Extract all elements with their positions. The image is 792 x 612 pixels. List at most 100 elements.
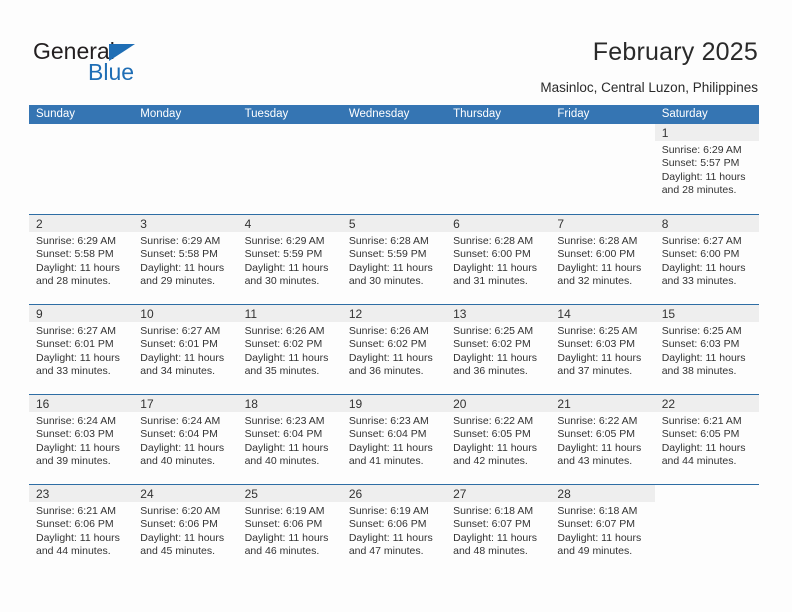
calendar-day-cell[interactable]: 14 Sunrise: 6:25 AM Sunset: 6:03 PM Dayligh…: [550, 305, 655, 394]
day-number: 14: [557, 307, 571, 321]
calendar-empty-cell: [654, 485, 759, 574]
page-title: February 2025: [592, 38, 758, 66]
calendar-day-cell[interactable]: 17 Sunrise: 6:24 AM Sunset: 6:04 PM Dayligh…: [133, 395, 238, 484]
day-details: Sunrise: 6:26 AM Sunset: 6:02 PM Daylight:…: [342, 322, 446, 378]
day-detail-line: and 44 minutes.: [661, 454, 737, 467]
calendar-day-cell[interactable]: 20 Sunrise: 6:22 AM Sunset: 6:05 PM Dayligh…: [446, 395, 551, 484]
day-detail-line: Sunset: 6:07 PM: [453, 518, 531, 531]
day-number-band: [446, 124, 550, 141]
calendar-day-cell[interactable]: 4 Sunrise: 6:29 AM Sunset: 5:59 PM Daylight…: [237, 215, 342, 304]
day-detail-line: Sunset: 5:57 PM: [661, 157, 740, 170]
day-detail-line: Sunset: 6:01 PM: [36, 338, 114, 351]
day-detail-line: Daylight: 11 hours: [140, 351, 225, 364]
calendar-day-cell[interactable]: 7 Sunrise: 6:28 AM Sunset: 6:00 PM Daylight…: [550, 215, 655, 304]
calendar-day-cell[interactable]: 2 Sunrise: 6:29 AM Sunset: 5:58 PM Daylight…: [29, 215, 134, 304]
day-detail-line: Sunset: 6:02 PM: [453, 338, 531, 351]
calendar-day-cell[interactable]: 28 Sunrise: 6:18 AM Sunset: 6:07 PM Dayligh…: [550, 485, 655, 574]
day-detail-line: Sunrise: 6:19 AM: [244, 505, 325, 517]
calendar-day-cell[interactable]: 21 Sunrise: 6:22 AM Sunset: 6:05 PM Dayligh…: [550, 395, 655, 484]
day-number: 11: [244, 307, 258, 321]
day-number: 19: [348, 397, 363, 411]
day-details: Sunrise: 6:25 AM Sunset: 6:02 PM Daylight:…: [446, 322, 550, 378]
day-detail-line: Sunset: 5:59 PM: [348, 248, 427, 261]
day-details: Sunrise: 6:24 AM Sunset: 6:03 PM Daylight:…: [29, 412, 133, 468]
logo-text-blue: Blue: [88, 59, 135, 85]
calendar-day-cell[interactable]: 6 Sunrise: 6:28 AM Sunset: 6:00 PM Daylight…: [446, 215, 551, 304]
day-of-week-header-row: Sunday Monday Tuesday Wednesday Thursday Frid…: [29, 105, 759, 124]
day-number-band: [341, 215, 447, 232]
day-details: Sunrise: 6:25 AM Sunset: 6:03 PM Daylight:…: [655, 322, 759, 378]
day-detail-line: Daylight: 11 hours: [453, 441, 537, 454]
calendar-day-cell[interactable]: 23 Sunrise: 6:21 AM Sunset: 6:06 PM Dayligh…: [29, 485, 134, 574]
day-number: 21: [557, 397, 571, 411]
day-detail-line: Sunrise: 6:27 AM: [140, 325, 221, 337]
day-number: 16: [36, 397, 50, 411]
day-detail-line: and 43 minutes.: [557, 454, 633, 467]
day-number-band: [654, 215, 759, 232]
day-details: Sunrise: 6:29 AM Sunset: 5:59 PM Daylight:…: [238, 232, 342, 288]
calendar-day-cell[interactable]: 1 Sunrise: 6:29 AM Sunset: 5:57 PM Daylight…: [654, 124, 759, 214]
day-detail-line: and 48 minutes.: [453, 544, 528, 557]
day-detail-line: Sunset: 6:07 PM: [557, 518, 636, 531]
day-details: Sunrise: 6:27 AM Sunset: 6:01 PM Daylight:…: [29, 322, 133, 378]
calendar-day-cell[interactable]: 16 Sunrise: 6:24 AM Sunset: 6:03 PM Dayligh…: [29, 395, 134, 484]
day-detail-line: Sunrise: 6:18 AM: [453, 505, 534, 517]
day-detail-line: and 31 minutes.: [453, 274, 528, 287]
calendar-day-cell[interactable]: 8 Sunrise: 6:27 AM Sunset: 6:00 PM Daylight…: [654, 215, 759, 304]
calendar-day-cell[interactable]: 10 Sunrise: 6:27 AM Sunset: 6:01 PM Dayligh…: [133, 305, 238, 394]
day-of-week-header: Friday: [557, 108, 590, 120]
calendar-day-cell[interactable]: 5 Sunrise: 6:28 AM Sunset: 5:59 PM Daylight…: [341, 215, 447, 304]
day-detail-line: Sunset: 6:03 PM: [661, 338, 740, 351]
day-detail-line: Sunrise: 6:29 AM: [661, 144, 742, 156]
day-number: 4: [244, 217, 252, 231]
day-number-band: [654, 124, 759, 141]
calendar-week-row: 23 Sunrise: 6:21 AM Sunset: 6:06 PM Dayligh…: [29, 484, 759, 574]
page-header: General Blue February 2025 Masinloc, Cen…: [0, 0, 792, 100]
day-detail-line: Daylight: 11 hours: [244, 531, 329, 544]
calendar-day-cell[interactable]: 9 Sunrise: 6:27 AM Sunset: 6:01 PM Daylight…: [29, 305, 134, 394]
calendar-day-cell[interactable]: 26 Sunrise: 6:19 AM Sunset: 6:06 PM Dayligh…: [341, 485, 447, 574]
calendar-day-cell[interactable]: 18 Sunrise: 6:23 AM Sunset: 6:04 PM Dayligh…: [237, 395, 342, 484]
day-detail-line: and 42 minutes.: [453, 454, 528, 467]
day-number: 20: [453, 397, 467, 411]
calendar-empty-cell: [237, 124, 342, 214]
day-detail-line: and 45 minutes.: [140, 544, 215, 557]
day-detail-line: Sunset: 6:01 PM: [140, 338, 218, 351]
day-number: 13: [453, 307, 467, 321]
calendar-day-cell[interactable]: 24 Sunrise: 6:20 AM Sunset: 6:06 PM Dayligh…: [133, 485, 238, 574]
day-detail-line: Daylight: 11 hours: [140, 441, 225, 454]
day-detail-line: Sunset: 6:06 PM: [244, 518, 323, 531]
day-number: 26: [348, 487, 363, 501]
calendar-day-cell[interactable]: 11 Sunrise: 6:26 AM Sunset: 6:02 PM Dayligh…: [237, 305, 342, 394]
day-number: 8: [661, 217, 669, 231]
day-detail-line: and 44 minutes.: [36, 544, 111, 557]
calendar-weeks: 1 Sunrise: 6:29 AM Sunset: 5:57 PM Daylight…: [29, 124, 759, 574]
day-of-week-header: Thursday: [453, 108, 502, 120]
calendar-day-cell[interactable]: 22 Sunrise: 6:21 AM Sunset: 6:05 PM Dayligh…: [654, 395, 759, 484]
calendar-day-cell[interactable]: 19 Sunrise: 6:23 AM Sunset: 6:04 PM Dayligh…: [341, 395, 447, 484]
day-of-week-header: Wednesday: [348, 108, 410, 120]
calendar-week-row: 1 Sunrise: 6:29 AM Sunset: 5:57 PM Daylight…: [29, 124, 759, 214]
day-detail-line: and 39 minutes.: [36, 454, 111, 467]
day-number: 15: [661, 307, 676, 321]
day-detail-line: Sunrise: 6:28 AM: [453, 235, 534, 247]
calendar-day-cell[interactable]: 15 Sunrise: 6:25 AM Sunset: 6:03 PM Dayligh…: [654, 305, 759, 394]
day-details: Sunrise: 6:19 AM Sunset: 6:06 PM Daylight:…: [342, 502, 446, 558]
day-detail-line: Sunrise: 6:26 AM: [348, 325, 429, 337]
calendar-empty-cell: [29, 124, 134, 214]
day-number: 2: [36, 217, 43, 231]
calendar-day-cell[interactable]: 27 Sunrise: 6:18 AM Sunset: 6:07 PM Dayligh…: [446, 485, 551, 574]
day-details: Sunrise: 6:26 AM Sunset: 6:02 PM Daylight:…: [238, 322, 342, 378]
day-detail-line: Sunrise: 6:21 AM: [36, 505, 116, 517]
calendar-day-cell[interactable]: 12 Sunrise: 6:26 AM Sunset: 6:02 PM Dayligh…: [341, 305, 447, 394]
day-detail-line: Sunset: 6:05 PM: [453, 428, 531, 441]
calendar-day-cell[interactable]: 3 Sunrise: 6:29 AM Sunset: 5:58 PM Daylight…: [133, 215, 238, 304]
day-detail-line: Sunset: 6:06 PM: [348, 518, 427, 531]
calendar-empty-cell: [341, 124, 447, 214]
calendar-day-cell[interactable]: 13 Sunrise: 6:25 AM Sunset: 6:02 PM Dayligh…: [446, 305, 551, 394]
day-detail-line: Daylight: 11 hours: [661, 261, 746, 274]
day-details: Sunrise: 6:21 AM Sunset: 6:06 PM Daylight:…: [29, 502, 133, 558]
day-of-week-header: Monday: [140, 108, 182, 120]
calendar-empty-cell: [133, 124, 238, 214]
calendar-day-cell[interactable]: 25 Sunrise: 6:19 AM Sunset: 6:06 PM Dayligh…: [237, 485, 342, 574]
